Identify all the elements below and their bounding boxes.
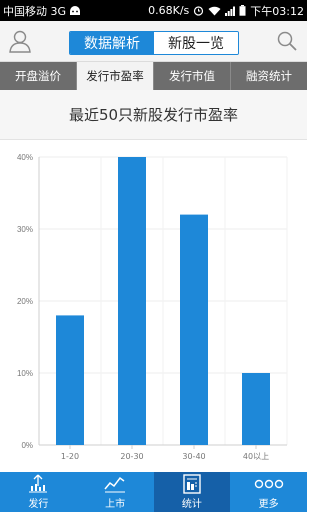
user-icon[interactable] bbox=[7, 28, 33, 54]
alarm-icon bbox=[193, 5, 204, 16]
segment-new-stock-list[interactable]: 新股一览 bbox=[154, 32, 238, 54]
chart-title-band: 最近50只新股发行市盈率 bbox=[0, 90, 307, 140]
clock: 下午03:12 bbox=[250, 4, 304, 18]
x-tick-label: 1-20 bbox=[61, 452, 79, 461]
upload-chart-icon bbox=[27, 472, 49, 495]
y-tick-label: 10% bbox=[17, 369, 33, 378]
nav-more[interactable]: 更多 bbox=[230, 472, 307, 512]
view-switcher: 数据解析 新股一览 bbox=[69, 31, 239, 55]
android-icon bbox=[69, 5, 81, 16]
app-header: 数据解析 新股一览 bbox=[0, 21, 307, 62]
bar-40以上 bbox=[242, 373, 270, 445]
bar-30-40 bbox=[180, 214, 208, 445]
wifi-icon bbox=[208, 6, 221, 16]
y-tick-label: 30% bbox=[17, 225, 33, 234]
signal-icon bbox=[225, 6, 236, 16]
x-tick-label: 20-30 bbox=[120, 452, 143, 461]
x-tick-label: 40以上 bbox=[243, 452, 269, 461]
bottom-nav: 发行 上市 统计 更多 bbox=[0, 472, 307, 512]
tab-opening-premium[interactable]: 开盘溢价 bbox=[0, 62, 77, 90]
tab-issue-market-value[interactable]: 发行市值 bbox=[154, 62, 231, 90]
bar-1-20 bbox=[56, 315, 84, 445]
tab-issue-pe[interactable]: 发行市盈率 bbox=[77, 62, 154, 90]
chart-svg: 0% 10% 20% 30% 40% 1-20 20-30 30-40 40以上 bbox=[17, 153, 288, 461]
nav-listing[interactable]: 上市 bbox=[77, 472, 154, 512]
search-icon[interactable] bbox=[275, 29, 299, 53]
pe-distribution-chart: 0% 10% 20% 30% 40% 1-20 20-30 30-40 40以上 bbox=[0, 141, 307, 471]
x-tick-label: 30-40 bbox=[182, 452, 205, 461]
tab-financing-stats[interactable]: 融资统计 bbox=[231, 62, 307, 90]
tab-bar: 开盘溢价 发行市盈率 发行市值 融资统计 bbox=[0, 62, 307, 90]
bar-20-30 bbox=[118, 157, 146, 445]
segment-data-analysis[interactable]: 数据解析 bbox=[70, 32, 154, 54]
more-dots-icon bbox=[254, 472, 284, 495]
carrier-label: 中国移动 3G bbox=[3, 4, 67, 18]
y-tick-label: 40% bbox=[17, 153, 33, 162]
y-tick-label: 0% bbox=[21, 441, 33, 450]
nav-statistics[interactable]: 统计 bbox=[153, 472, 231, 512]
line-chart-icon bbox=[103, 472, 127, 495]
status-bar: 中国移动 3G 0.68K/s 下午03:12 bbox=[0, 0, 307, 21]
nav-label: 更多 bbox=[258, 499, 279, 510]
nav-label: 发行 bbox=[28, 499, 49, 510]
network-speed: 0.68K/s bbox=[148, 4, 190, 17]
y-tick-label: 20% bbox=[17, 297, 33, 306]
battery-icon bbox=[239, 5, 246, 16]
nav-issue[interactable]: 发行 bbox=[0, 472, 77, 512]
document-stats-icon bbox=[181, 472, 203, 495]
nav-label: 上市 bbox=[105, 499, 126, 510]
section-title: 最近50只新股发行市盈率 bbox=[68, 106, 239, 124]
nav-label: 统计 bbox=[181, 499, 202, 510]
